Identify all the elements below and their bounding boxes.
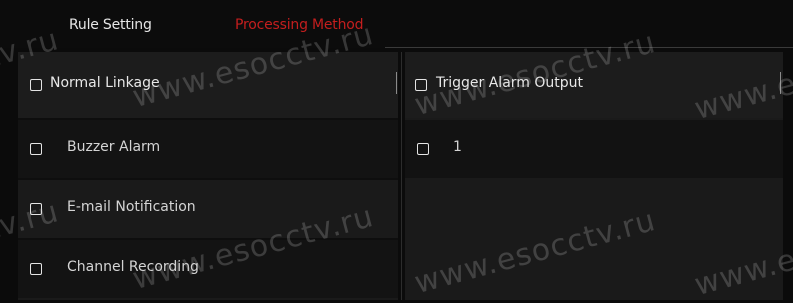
column-resize-handle[interactable] [396,72,397,94]
alarm-output-1-label: 1 [453,139,462,155]
tab-rule-setting[interactable]: Rule Setting [69,17,152,33]
tab-bar: Rule Setting Processing Method [0,0,793,48]
list-item-alarm-output-1[interactable]: 1 [405,120,783,178]
panel-divider [398,52,405,300]
buzzer-alarm-checkbox[interactable] [30,143,42,155]
alarm-output-1-checkbox[interactable] [417,143,429,155]
normal-linkage-select-all-checkbox[interactable] [30,79,42,91]
channel-recording-checkbox[interactable] [30,263,42,275]
list-item-buzzer-alarm[interactable]: Buzzer Alarm [18,120,398,178]
email-notification-label: E-mail Notification [67,199,196,215]
buzzer-alarm-label: Buzzer Alarm [67,139,161,155]
